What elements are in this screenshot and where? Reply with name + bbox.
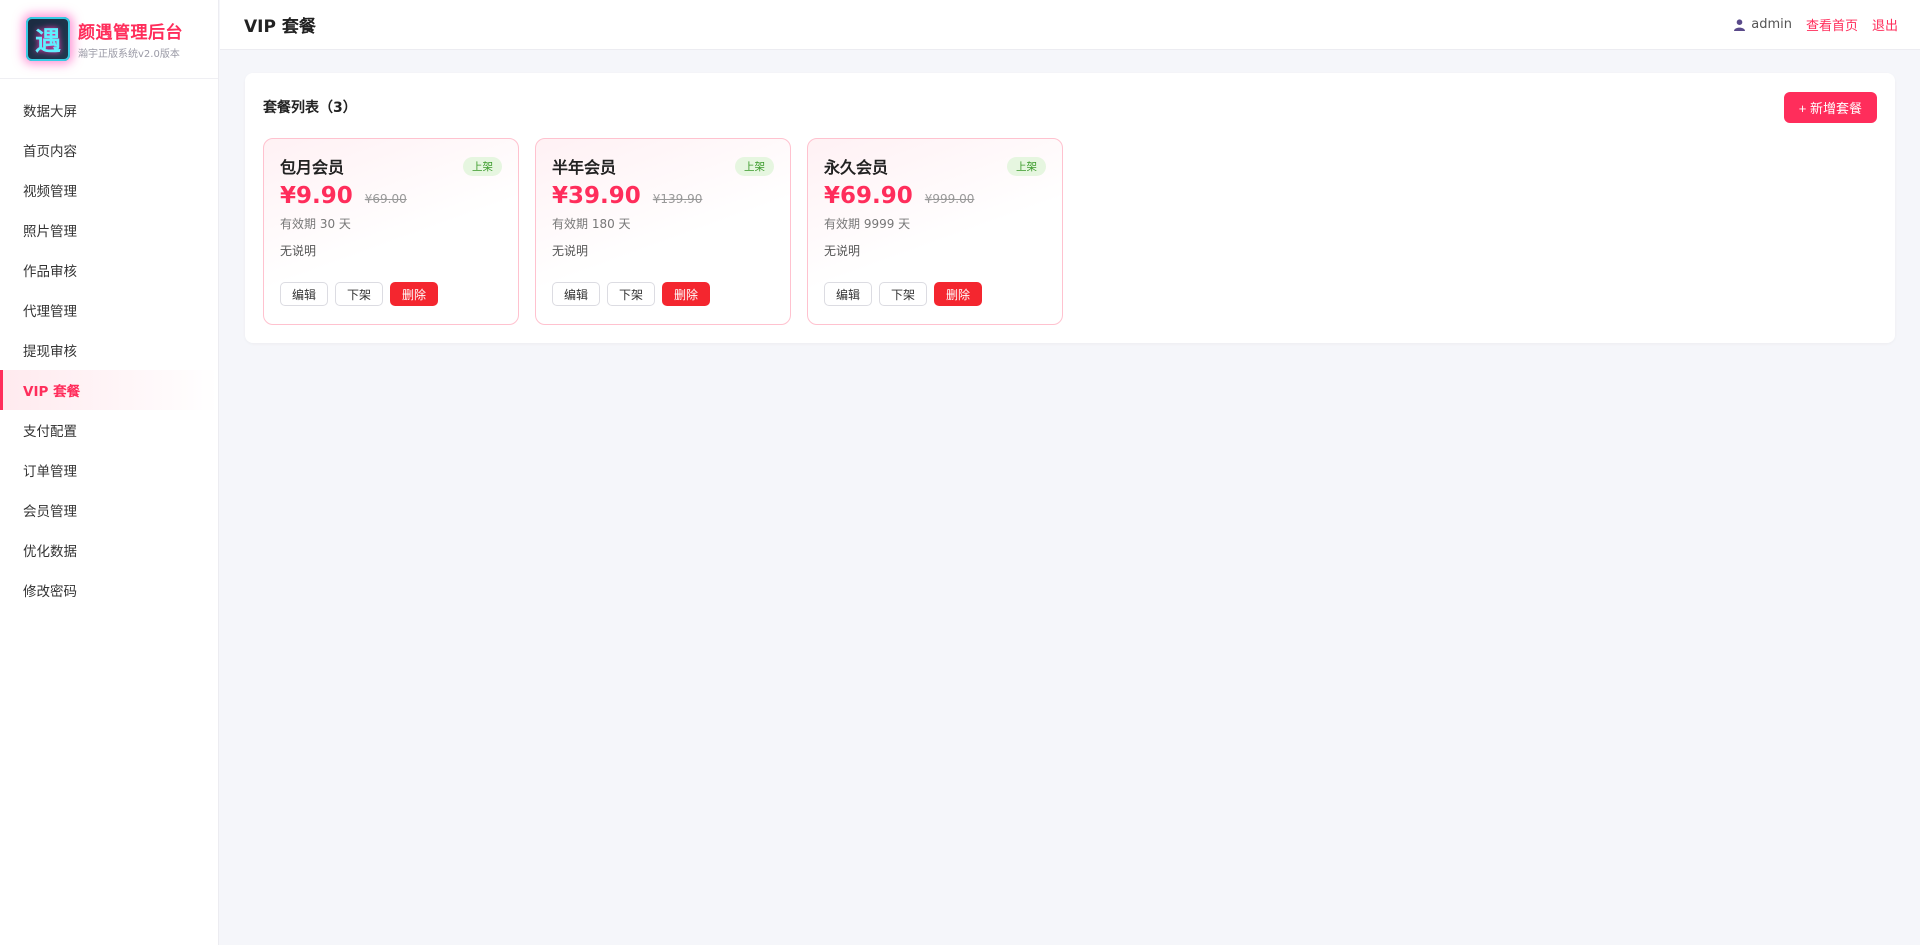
plan-price: ¥39.90 — [552, 183, 641, 209]
plan-card: 永久会员 上架 ¥69.90 ¥999.00 有效期 9999 天 无说明 编辑… — [807, 138, 1063, 325]
edit-button[interactable]: 编辑 — [824, 282, 873, 306]
edit-button[interactable]: 编辑 — [552, 282, 601, 306]
status-badge: 上架 — [1007, 156, 1046, 176]
plan-card-header: 包月会员 上架 — [280, 154, 502, 178]
sidebar-item-agents[interactable]: 代理管理 — [0, 290, 218, 330]
offshelf-button[interactable]: 下架 — [879, 282, 928, 306]
sidebar-item-optimize-data[interactable]: 优化数据 — [0, 530, 218, 570]
sidebar-item-change-password[interactable]: 修改密码 — [0, 570, 218, 610]
price-row: ¥69.90 ¥999.00 — [824, 183, 1046, 209]
plan-actions: 编辑 下架 删除 — [552, 282, 717, 306]
sidebar: 遇 颜遇管理后台 瀚宇正版系统v2.0版本 数据大屏 首页内容 视频管理 照片管… — [0, 0, 219, 945]
panel-title: 套餐列表（3） — [263, 100, 357, 116]
delete-button[interactable]: 删除 — [390, 282, 439, 306]
username: admin — [1751, 17, 1792, 32]
plan-price: ¥69.90 — [824, 183, 913, 209]
plan-card: 半年会员 上架 ¥39.90 ¥139.90 有效期 180 天 无说明 编辑 … — [535, 138, 791, 325]
view-home-link[interactable]: 查看首页 — [1806, 15, 1858, 34]
sidebar-item-work-review[interactable]: 作品审核 — [0, 250, 218, 290]
plan-name: 包月会员 — [280, 158, 345, 177]
plan-original-price: ¥69.00 — [364, 192, 407, 206]
plan-name: 永久会员 — [824, 158, 889, 177]
plan-list-panel: 套餐列表（3） + 新增套餐 包月会员 上架 ¥9.90 ¥69.00 有效期 … — [245, 73, 1895, 343]
user-info: admin — [1734, 17, 1792, 32]
plan-original-price: ¥139.90 — [652, 192, 703, 206]
brand-title: 颜遇管理后台 — [78, 23, 183, 43]
logout-link[interactable]: 退出 — [1872, 15, 1898, 34]
brand-subtitle: 瀚宇正版系统v2.0版本 — [78, 49, 180, 60]
panel-header: 套餐列表（3） + 新增套餐 — [245, 73, 1895, 141]
plan-price: ¥9.90 — [280, 183, 353, 209]
plan-card-header: 永久会员 上架 — [824, 154, 1046, 178]
plan-actions: 编辑 下架 删除 — [280, 282, 445, 306]
sidebar-nav: 数据大屏 首页内容 视频管理 照片管理 作品审核 代理管理 提现审核 VIP 套… — [0, 79, 218, 610]
sidebar-item-withdrawal-review[interactable]: 提现审核 — [0, 330, 218, 370]
edit-button[interactable]: 编辑 — [280, 282, 329, 306]
price-row: ¥9.90 ¥69.00 — [280, 183, 502, 209]
plan-card-header: 半年会员 上架 — [552, 154, 774, 178]
sidebar-item-orders[interactable]: 订单管理 — [0, 450, 218, 490]
delete-button[interactable]: 删除 — [662, 282, 711, 306]
topbar-actions: admin 查看首页 退出 — [1734, 15, 1898, 34]
add-plan-button[interactable]: + 新增套餐 — [1783, 91, 1877, 123]
plan-validity: 有效期 30 天 — [280, 217, 351, 231]
plan-cards: 包月会员 上架 ¥9.90 ¥69.00 有效期 30 天 无说明 编辑 下架 … — [263, 138, 1079, 325]
sidebar-item-members[interactable]: 会员管理 — [0, 490, 218, 530]
plan-description: 无说明 — [552, 244, 589, 258]
user-icon — [1734, 18, 1746, 31]
offshelf-button[interactable]: 下架 — [335, 282, 384, 306]
plan-card: 包月会员 上架 ¥9.90 ¥69.00 有效期 30 天 无说明 编辑 下架 … — [263, 138, 519, 325]
plan-description: 无说明 — [280, 244, 317, 258]
brand: 遇 颜遇管理后台 瀚宇正版系统v2.0版本 — [0, 0, 218, 79]
sidebar-item-payment-config[interactable]: 支付配置 — [0, 410, 218, 450]
status-badge: 上架 — [463, 156, 502, 176]
topbar: VIP 套餐 admin 查看首页 退出 — [220, 0, 1920, 50]
sidebar-item-home-content[interactable]: 首页内容 — [0, 130, 218, 170]
plan-name: 半年会员 — [552, 158, 617, 177]
sidebar-item-dashboard[interactable]: 数据大屏 — [0, 90, 218, 130]
sidebar-item-photos[interactable]: 照片管理 — [0, 210, 218, 250]
logo: 遇 — [26, 17, 70, 61]
price-row: ¥39.90 ¥139.90 — [552, 183, 774, 209]
brand-text: 颜遇管理后台 瀚宇正版系统v2.0版本 — [78, 18, 183, 60]
plan-validity: 有效期 180 天 — [552, 217, 631, 231]
sidebar-item-videos[interactable]: 视频管理 — [0, 170, 218, 210]
plan-actions: 编辑 下架 删除 — [824, 282, 989, 306]
plan-validity: 有效期 9999 天 — [824, 217, 911, 231]
delete-button[interactable]: 删除 — [934, 282, 983, 306]
status-badge: 上架 — [735, 156, 774, 176]
plan-original-price: ¥999.00 — [924, 192, 975, 206]
sidebar-item-vip-plans[interactable]: VIP 套餐 — [0, 370, 218, 410]
page-title: VIP 套餐 — [244, 17, 316, 37]
plan-description: 无说明 — [824, 244, 861, 258]
offshelf-button[interactable]: 下架 — [607, 282, 656, 306]
